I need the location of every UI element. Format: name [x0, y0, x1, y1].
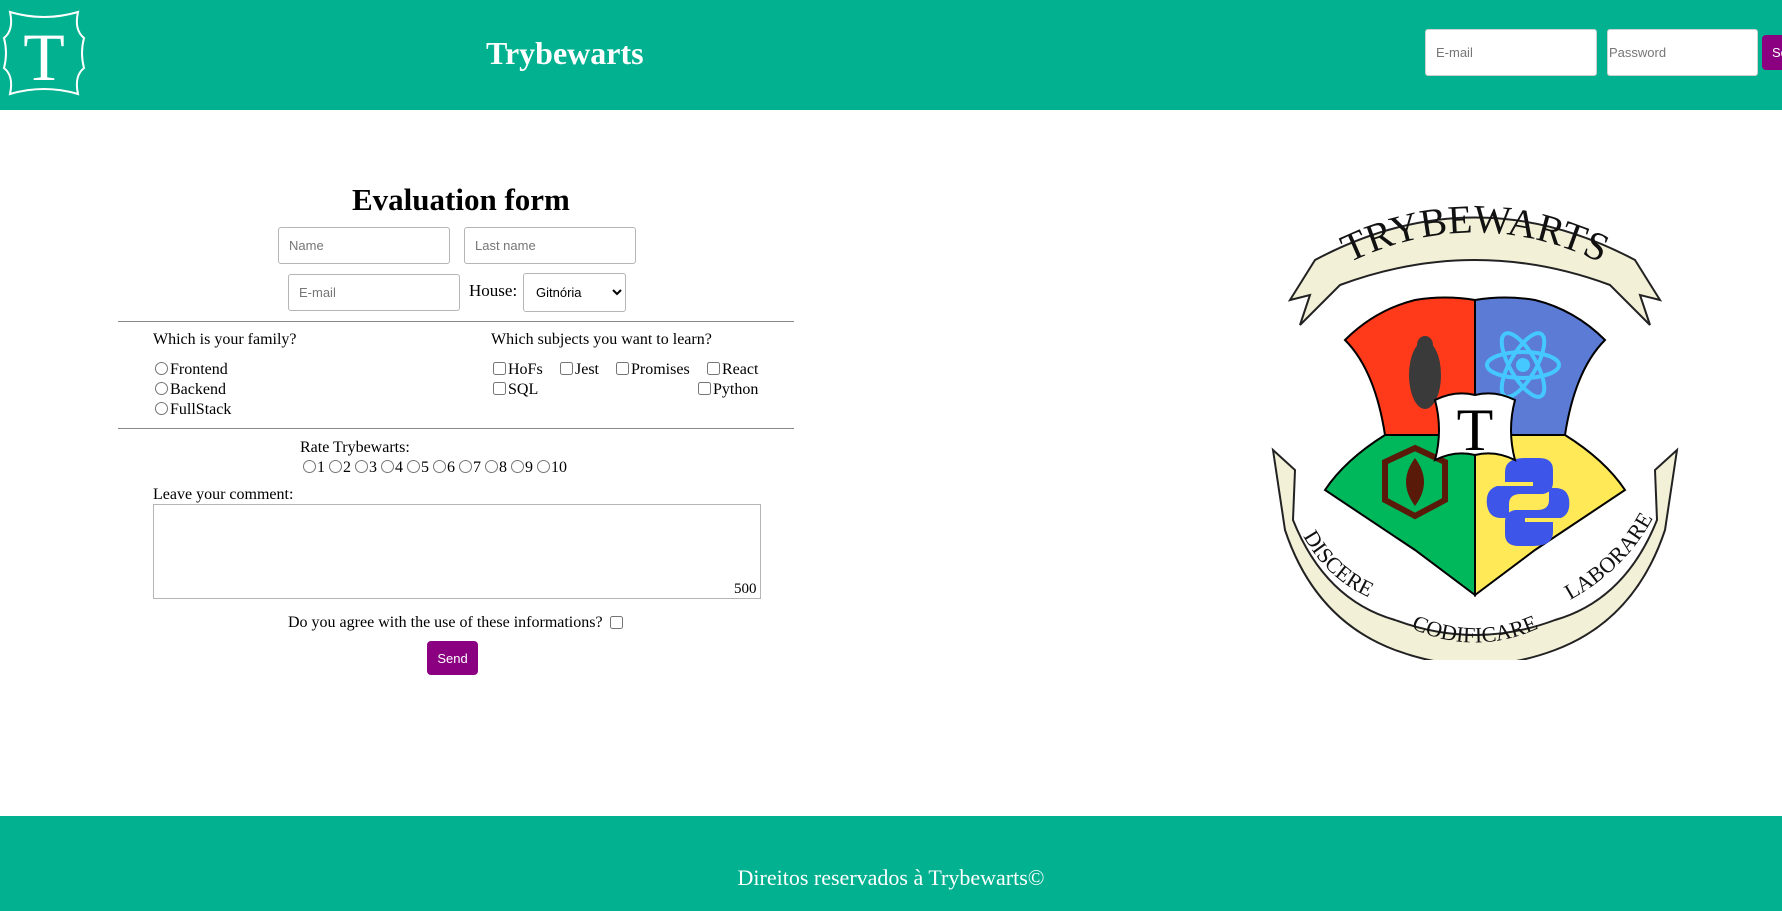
rate-radio[interactable] [407, 460, 420, 473]
rate-option-9[interactable]: 9 [510, 459, 533, 477]
footer-text: Direitos reservados à Trybewarts© [737, 865, 1045, 890]
agreement-checkbox[interactable] [610, 616, 623, 629]
logo-letter: T [23, 19, 65, 95]
subject-python[interactable]: Python [698, 381, 758, 399]
house-label: House: [469, 281, 518, 300]
family-option-backend[interactable]: Backend [155, 381, 226, 399]
lastname-input[interactable] [464, 227, 636, 264]
family-radio[interactable] [155, 382, 168, 395]
subject-checkbox[interactable] [493, 362, 506, 375]
rate-title: Rate Trybewarts: [300, 439, 410, 456]
rate-option-4[interactable]: 4 [380, 459, 403, 477]
login-submit-button[interactable]: Se [1762, 35, 1782, 70]
house-select[interactable]: Gitnória [523, 273, 626, 312]
rate-option-3[interactable]: 3 [354, 459, 377, 477]
subject-hofs[interactable]: HoFs [493, 361, 543, 379]
subject-checkbox[interactable] [616, 362, 629, 375]
subject-checkbox[interactable] [698, 382, 711, 395]
rate-radio[interactable] [485, 460, 498, 473]
family-option-fullstack[interactable]: FullStack [155, 401, 231, 419]
rate-option-2[interactable]: 2 [328, 459, 351, 477]
family-title: Which is your family? [153, 331, 297, 348]
email-input[interactable] [288, 274, 460, 311]
login-email-input[interactable] [1425, 29, 1597, 76]
rate-radio[interactable] [381, 460, 394, 473]
center-letter: T [1457, 397, 1494, 463]
login-password-input[interactable] [1607, 29, 1758, 76]
subject-checkbox[interactable] [493, 382, 506, 395]
rate-option-10[interactable]: 10 [536, 459, 567, 477]
header: T Trybewarts Se [0, 0, 1782, 110]
subject-promises[interactable]: Promises [616, 361, 690, 379]
comment-label: Leave your comment: [153, 486, 294, 503]
rate-radio[interactable] [511, 460, 524, 473]
rate-option-6[interactable]: 6 [432, 459, 455, 477]
subject-jest[interactable]: Jest [560, 361, 599, 379]
character-counter: 500 [734, 581, 757, 597]
trybewarts-crest: TRYBEWARTS DISCERE CODIFICARE LABORARE T [1271, 200, 1679, 660]
site-title: Trybewarts [486, 35, 644, 71]
family-option-frontend[interactable]: Frontend [155, 361, 228, 379]
divider [118, 321, 794, 322]
subject-checkbox[interactable] [560, 362, 573, 375]
rate-radio[interactable] [329, 460, 342, 473]
rate-radio[interactable] [537, 460, 550, 473]
agreement-label: Do you agree with the use of these infor… [288, 614, 603, 631]
rate-radio[interactable] [355, 460, 368, 473]
name-input[interactable] [278, 227, 450, 264]
send-button[interactable]: Send [427, 641, 478, 675]
rate-radio[interactable] [459, 460, 472, 473]
family-radio[interactable] [155, 402, 168, 415]
rate-option-7[interactable]: 7 [458, 459, 481, 477]
rate-radio[interactable] [303, 460, 316, 473]
rate-option-5[interactable]: 5 [406, 459, 429, 477]
rate-radio[interactable] [433, 460, 446, 473]
rate-option-8[interactable]: 8 [484, 459, 507, 477]
rate-options: 1 2 3 4 5 6 7 8 9 10 [302, 459, 570, 477]
trybewarts-logo: T [2, 10, 86, 96]
footer: Direitos reservados à Trybewarts© [0, 816, 1782, 911]
subject-react[interactable]: React [707, 361, 758, 379]
family-radio[interactable] [155, 362, 168, 375]
comment-textarea[interactable] [153, 504, 761, 599]
form-title: Evaluation form [352, 182, 570, 217]
subjects-title: Which subjects you want to learn? [491, 331, 712, 348]
rate-option-1[interactable]: 1 [302, 459, 325, 477]
divider [118, 428, 794, 429]
subject-sql[interactable]: SQL [493, 381, 538, 399]
subject-checkbox[interactable] [707, 362, 720, 375]
